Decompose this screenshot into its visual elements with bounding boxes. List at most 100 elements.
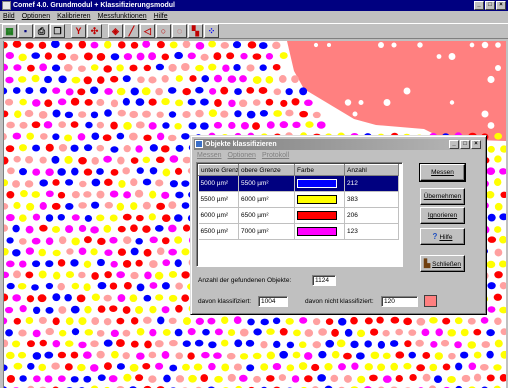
dialog-maximize-button[interactable]: □: [460, 140, 470, 149]
particle-dot: [31, 74, 40, 83]
table-row[interactable]: 6000 µm² 6500 µm² 206: [198, 207, 399, 224]
particle-dot: [44, 375, 53, 383]
particle-dot: [31, 191, 41, 198]
dialog-menu-optionen[interactable]: Optionen: [228, 151, 256, 160]
header-count[interactable]: Anzahl: [344, 164, 399, 176]
particle-dot: [226, 52, 235, 60]
close-button[interactable]: ×: [496, 1, 506, 10]
particle-dot: [12, 294, 21, 302]
particle-dot: [71, 282, 80, 290]
particle-dot: [110, 53, 120, 61]
menu-bild[interactable]: Bild: [3, 12, 15, 22]
particle-dot: [232, 41, 242, 49]
measure-button[interactable]: Messen: [419, 163, 466, 182]
particle-dot: [279, 52, 288, 59]
particle-dot: [6, 374, 16, 383]
particle-dot: [25, 87, 34, 95]
particle-dot: [175, 75, 183, 82]
dialog-menu-messen[interactable]: Messen: [197, 151, 222, 160]
title-bar: Comef 4.0. Grundmodul + Klassifizierungs…: [0, 0, 508, 11]
accept-button[interactable]: Übernehmen: [420, 188, 465, 205]
table-row[interactable]: 5500 µm² 6000 µm² 383: [198, 191, 399, 208]
particle-dot: [434, 352, 444, 360]
particle-dot: [143, 64, 151, 72]
particle-dot: [91, 156, 99, 165]
ignore-button[interactable]: Ignorieren: [420, 207, 465, 224]
particle-dot: [39, 156, 47, 164]
particle-dot: [134, 189, 144, 198]
particle-dot: [266, 375, 275, 382]
particle-dot: [129, 110, 139, 119]
dialog-close-button[interactable]: ×: [471, 140, 481, 149]
particles-icon[interactable]: ⁘: [204, 24, 219, 38]
particle-dot: [96, 168, 104, 175]
particle-dot: [161, 191, 170, 199]
color-swatch[interactable]: [297, 211, 337, 220]
particle-dot: [6, 282, 15, 290]
particle-dot: [161, 53, 170, 61]
table-row[interactable]: 6500 µm² 7000 µm² 123: [198, 223, 399, 240]
minimize-button[interactable]: _: [474, 1, 484, 10]
particle-dot: [122, 329, 131, 337]
header-color[interactable]: Farbe: [294, 164, 345, 176]
menu-hilfe[interactable]: Hilfe: [154, 12, 168, 22]
class-table[interactable]: untere Grenze obere Grenze Farbe Anzahl …: [196, 162, 403, 267]
line-icon[interactable]: ╱: [124, 24, 139, 38]
maximize-button[interactable]: □: [485, 1, 495, 10]
menu-optionen[interactable]: Optionen: [22, 12, 50, 22]
particle-dot: [103, 224, 112, 233]
save-icon[interactable]: ▪: [18, 24, 33, 38]
color-swatch[interactable]: [297, 195, 337, 204]
particle-dot: [135, 98, 145, 106]
particle-dot: [130, 178, 138, 187]
table-row[interactable]: 5000 µm² 5500 µm² 212: [198, 175, 399, 192]
dialog-menu-protokoll[interactable]: Protokoll: [262, 151, 289, 160]
particle-dot: [123, 191, 132, 199]
particle-dot: [378, 42, 384, 48]
particle-dot: [279, 350, 288, 359]
help-button[interactable]: ? Hilfe: [420, 228, 465, 245]
particle-dot: [213, 352, 222, 359]
grid-icon[interactable]: ▦: [2, 24, 17, 38]
particle-dot: [473, 351, 482, 359]
color-swatch[interactable]: [297, 179, 337, 188]
measure-icon[interactable]: Y: [71, 24, 86, 38]
dialog-minimize-button[interactable]: _: [449, 140, 459, 149]
particle-dot: [6, 237, 14, 244]
particle-dot: [168, 111, 177, 118]
freehand-icon[interactable]: ◌: [172, 24, 187, 38]
particle-dot: [304, 99, 313, 107]
particle-dot: [265, 52, 274, 60]
copy-icon[interactable]: ❐: [50, 24, 65, 38]
particle-dot: [123, 373, 132, 382]
print-icon[interactable]: ⎙: [34, 24, 49, 38]
close-dialog-button[interactable]: ▙ Schließen: [420, 255, 465, 272]
menu-messfunktionen[interactable]: Messfunktionen: [98, 12, 147, 22]
header-lower-limit[interactable]: untere Grenze: [198, 164, 239, 176]
particle-dot: [58, 306, 67, 314]
unclassified-color-swatch[interactable]: [424, 295, 437, 307]
particle-dot: [252, 53, 262, 60]
particle-dot: [442, 317, 451, 325]
color-swatch[interactable]: [297, 227, 337, 236]
angle-icon[interactable]: ◁: [140, 24, 155, 38]
crosshair-icon[interactable]: ✣: [87, 24, 102, 38]
particle-dot: [200, 374, 209, 383]
header-upper-limit[interactable]: obere Grenze: [238, 164, 295, 176]
particle-dot: [175, 304, 183, 313]
particle-dot: [487, 282, 496, 290]
particle-dot: [169, 339, 178, 347]
particle-dot: [40, 133, 48, 140]
classify-icon[interactable]: ▚: [188, 24, 203, 38]
particle-dot: [499, 374, 506, 382]
circle-icon[interactable]: ○: [156, 24, 171, 38]
particle-dot: [417, 42, 423, 48]
particle-dot: [7, 167, 15, 175]
particle-dot: [149, 190, 157, 199]
particle-dot: [246, 86, 255, 94]
fill-icon[interactable]: ◈: [108, 24, 123, 38]
particle-dot: [65, 317, 74, 326]
particle-dot: [143, 134, 152, 142]
menu-kalibrieren[interactable]: Kalibrieren: [57, 12, 90, 22]
particle-dot: [422, 373, 431, 382]
